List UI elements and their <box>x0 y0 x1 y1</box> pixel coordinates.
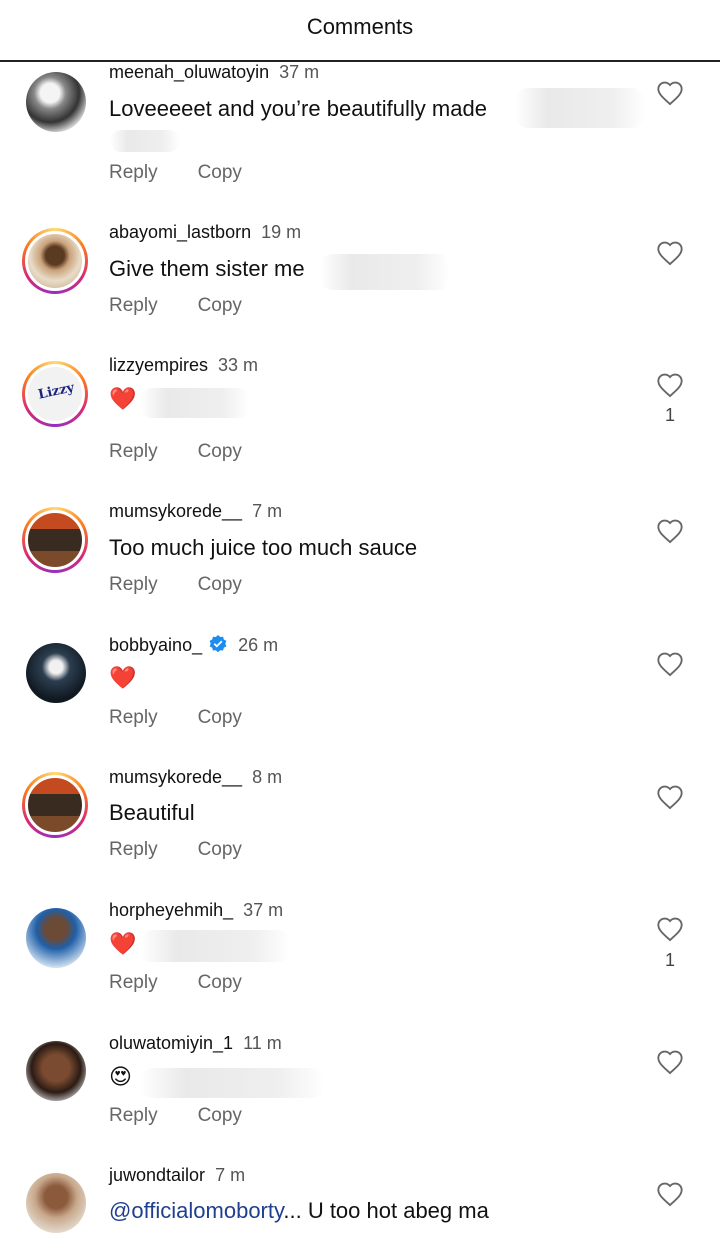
redaction-blur <box>110 130 180 152</box>
copy-button[interactable]: Copy <box>198 1105 242 1127</box>
comment-text: Beautiful <box>109 800 195 825</box>
comment-text-body: ... U too hot abeg ma <box>283 1198 489 1223</box>
comment-text: ❤️ <box>109 666 137 691</box>
comment-text: 😍 <box>109 1065 132 1090</box>
comment-time: 33 m <box>218 355 259 375</box>
comment-username[interactable]: mumsykorede__ <box>109 767 242 787</box>
heart-outline-icon[interactable] <box>656 784 684 810</box>
avatar[interactable] <box>22 228 88 294</box>
heart-outline-icon[interactable] <box>656 518 684 544</box>
comment-actions: Reply Copy <box>109 972 242 994</box>
reply-button[interactable]: Reply <box>109 574 158 596</box>
copy-button[interactable]: Copy <box>198 162 242 184</box>
reply-button[interactable]: Reply <box>109 839 158 861</box>
reply-button[interactable]: Reply <box>109 972 158 994</box>
avatar[interactable] <box>26 908 86 968</box>
comment-username-row: bobbyaino_ 26 m <box>109 634 278 656</box>
like-count: 1 <box>664 950 675 970</box>
comment-text: ❤️ <box>109 932 137 957</box>
verified-badge-icon <box>209 635 227 653</box>
reply-button[interactable]: Reply <box>109 1105 158 1127</box>
reply-button[interactable]: Reply <box>109 441 158 463</box>
comment-username[interactable]: meenah_oluwatoyin <box>109 62 269 82</box>
heart-outline-icon[interactable] <box>656 651 684 677</box>
comment-text: Give them sister me <box>109 256 305 281</box>
heart-outline-icon[interactable] <box>656 1181 684 1207</box>
avatar[interactable]: Lizzy <box>22 361 88 427</box>
comment-username-row: lizzyempires 33 m <box>109 355 258 376</box>
redaction-blur <box>140 1068 325 1098</box>
redaction-blur <box>140 388 250 418</box>
comment-username-row: mumsykorede__ 8 m <box>109 767 282 788</box>
avatar[interactable] <box>26 1041 86 1101</box>
avatar[interactable] <box>22 507 88 573</box>
copy-button[interactable]: Copy <box>198 972 242 994</box>
heart-outline-icon[interactable] <box>656 1049 684 1075</box>
copy-button[interactable]: Copy <box>198 839 242 861</box>
comment-username[interactable]: abayomi_lastborn <box>109 222 251 242</box>
comment-actions: Reply Copy <box>109 1105 242 1127</box>
heart-outline-icon[interactable] <box>656 80 684 106</box>
redaction-blur <box>320 254 450 290</box>
comment-username-row: horpheyehmih_ 37 m <box>109 900 283 921</box>
copy-button[interactable]: Copy <box>198 574 242 596</box>
comment-time: 26 m <box>238 635 279 655</box>
comments-header: Comments <box>0 0 720 62</box>
comment-username[interactable]: oluwatomiyin_1 <box>109 1033 233 1053</box>
avatar[interactable] <box>26 643 86 703</box>
like-count: 1 <box>664 405 675 425</box>
comment-username-row: abayomi_lastborn 19 m <box>109 222 301 243</box>
comment-text: Loveeeeet and you’re beautifully made <box>109 96 487 121</box>
comment-time: 7 m <box>215 1165 246 1185</box>
reply-button[interactable]: Reply <box>109 707 158 729</box>
avatar[interactable] <box>26 1173 86 1233</box>
comment-time: 7 m <box>252 501 283 521</box>
comment-actions: Reply Copy <box>109 295 242 317</box>
redaction-blur <box>515 88 645 128</box>
heart-outline-icon[interactable] <box>656 372 684 398</box>
avatar[interactable] <box>26 72 86 132</box>
comment-actions: Reply Copy <box>109 162 242 184</box>
comment-time: 19 m <box>261 222 302 242</box>
avatar[interactable] <box>22 772 88 838</box>
comment-username[interactable]: bobbyaino_ <box>109 635 202 655</box>
heart-outline-icon[interactable] <box>656 240 684 266</box>
comment-time: 11 m <box>243 1033 282 1053</box>
comment-actions: Reply Copy <box>109 707 242 729</box>
comment-actions: Reply Copy <box>109 839 242 861</box>
comment-username[interactable]: horpheyehmih_ <box>109 900 233 920</box>
comment-text: ❤️ <box>109 387 137 412</box>
comment-username-row: mumsykorede__ 7 m <box>109 501 282 522</box>
comment-time: 37 m <box>279 62 320 82</box>
copy-button[interactable]: Copy <box>198 295 242 317</box>
reply-button[interactable]: Reply <box>109 295 158 317</box>
comment-text: @officialomoborty... U too hot abeg ma <box>109 1198 489 1224</box>
page-title: Comments <box>306 14 414 39</box>
comment-username[interactable]: mumsykorede__ <box>109 501 242 521</box>
comment-username-row: oluwatomiyin_1 11 m <box>109 1033 282 1054</box>
comment-text: Too much juice too much sauce <box>109 535 418 560</box>
reply-button[interactable]: Reply <box>109 162 158 184</box>
comment-time: 37 m <box>243 900 284 920</box>
redaction-blur <box>140 930 290 962</box>
copy-button[interactable]: Copy <box>198 441 242 463</box>
comment-username[interactable]: juwondtailor <box>109 1165 205 1185</box>
heart-outline-icon[interactable] <box>656 916 684 942</box>
comment-actions: Reply Copy <box>109 574 242 596</box>
comment-username[interactable]: lizzyempires <box>109 355 208 375</box>
comment-username-row: juwondtailor 7 m <box>109 1165 245 1186</box>
copy-button[interactable]: Copy <box>198 707 242 729</box>
comment-time: 8 m <box>252 767 283 787</box>
mention-link[interactable]: @officialomoborty <box>109 1198 283 1223</box>
comment-username-row: meenah_oluwatoyin 37 m <box>109 62 319 83</box>
lizzy-logo: Lizzy <box>36 380 76 403</box>
comment-actions: Reply Copy <box>109 441 242 463</box>
